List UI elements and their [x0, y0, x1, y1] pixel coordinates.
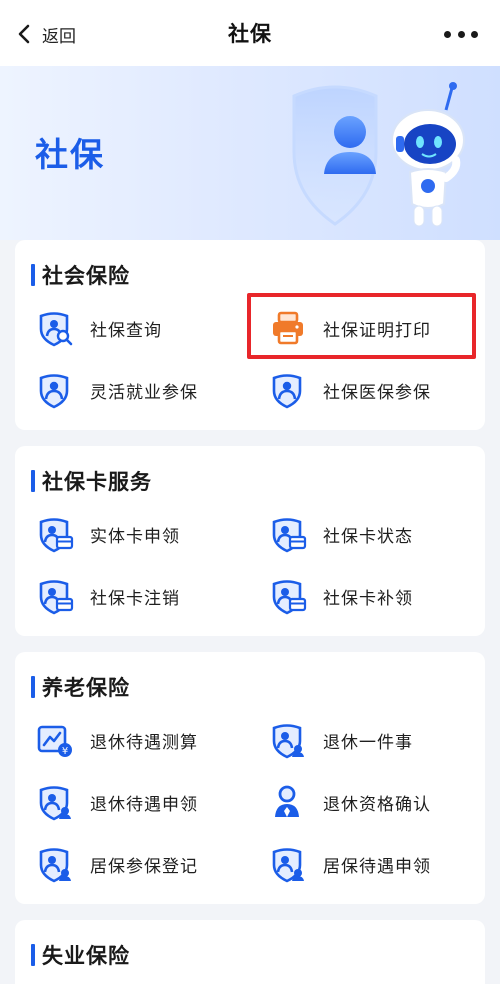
- menu-item-social-security-certificate-print[interactable]: 社保证明打印: [269, 306, 469, 350]
- menu-item-label: 退休一件事: [323, 732, 413, 753]
- menu-item-label: 灵活就业参保: [90, 382, 198, 403]
- more-dot-icon: [457, 30, 465, 38]
- menu-item-resident-insurance-registration[interactable]: 居保参保登记: [36, 842, 236, 886]
- shield-card-icon: [36, 515, 74, 553]
- menu-item-flexible-employment-enrollment[interactable]: 灵活就业参保: [36, 368, 236, 412]
- section-header: 失业保险: [31, 940, 130, 970]
- back-label: 返回: [42, 26, 76, 47]
- menu-item-social-security-query[interactable]: 社保查询: [36, 306, 236, 350]
- menu-item-label: 退休待遇申领: [90, 794, 198, 815]
- menu-item-label: 社保医保参保: [323, 382, 431, 403]
- section-accent-bar: [31, 264, 35, 286]
- more-options-button[interactable]: [444, 22, 478, 46]
- section-title: 社会保险: [42, 264, 130, 288]
- menu-item-label: 退休资格确认: [323, 794, 431, 815]
- shield-user-icon: [269, 371, 307, 409]
- menu-item-label: 居保参保登记: [90, 856, 198, 877]
- menu-item-label: 社保证明打印: [323, 320, 431, 341]
- section-header: 养老保险: [31, 672, 130, 702]
- menu-item-label: 居保待遇申领: [323, 856, 431, 877]
- menu-item-label: 退休待遇测算: [90, 732, 198, 753]
- section-accent-bar: [31, 944, 35, 966]
- section-card-unemployment-insurance: 失业保险: [15, 920, 485, 984]
- menu-item-card-replacement[interactable]: 社保卡补领: [269, 574, 469, 618]
- section-title: 养老保险: [42, 676, 130, 700]
- menu-item-label: 社保卡补领: [323, 588, 413, 609]
- menu-item-retirement-eligibility-confirmation[interactable]: 退休资格确认: [269, 780, 469, 824]
- shield-user-icon: [36, 845, 74, 883]
- menu-item-resident-insurance-benefit-application[interactable]: 居保待遇申领: [269, 842, 469, 886]
- section-title: 社保卡服务: [42, 470, 152, 494]
- banner: 社保: [0, 66, 500, 240]
- section-accent-bar: [31, 470, 35, 492]
- chevron-left-icon: [18, 24, 30, 44]
- menu-item-physical-card-application[interactable]: 实体卡申领: [36, 512, 236, 556]
- shield-card-icon: [269, 577, 307, 615]
- shield-card-icon: [36, 577, 74, 615]
- section-title: 失业保险: [42, 944, 130, 968]
- more-dot-icon: [471, 30, 478, 38]
- more-dot-icon: [444, 30, 451, 38]
- section-header: 社会保险: [31, 260, 130, 290]
- menu-item-retirement-benefit-application[interactable]: 退休待遇申领: [36, 780, 236, 824]
- section-header: 社保卡服务: [31, 466, 152, 496]
- robot-shield-illustration: [292, 82, 465, 227]
- person-badge-icon: [269, 783, 307, 821]
- shield-user-icon: [269, 845, 307, 883]
- banner-title: 社保: [35, 135, 105, 174]
- shield-user-icon: [269, 721, 307, 759]
- menu-item-retirement-benefit-calculation[interactable]: ¥ 退休待遇测算: [36, 718, 236, 762]
- section-accent-bar: [31, 676, 35, 698]
- shield-search-icon: [36, 309, 74, 347]
- menu-item-card-cancellation[interactable]: 社保卡注销: [36, 574, 236, 618]
- menu-item-label: 社保卡状态: [323, 526, 413, 547]
- printer-icon: [269, 309, 307, 347]
- top-nav-bar: 返回 社保: [0, 0, 500, 66]
- menu-item-label: 社保卡注销: [90, 588, 180, 609]
- shield-user-icon: [36, 371, 74, 409]
- menu-item-medical-insurance-enrollment[interactable]: 社保医保参保: [269, 368, 469, 412]
- shield-user-icon: [36, 783, 74, 821]
- page-title: 社保: [228, 22, 272, 46]
- back-button[interactable]: 返回: [14, 18, 76, 50]
- menu-item-label: 社保查询: [90, 320, 162, 341]
- menu-item-card-status[interactable]: 社保卡状态: [269, 512, 469, 556]
- shield-card-icon: [269, 515, 307, 553]
- svg-text:¥: ¥: [62, 746, 68, 757]
- menu-item-label: 实体卡申领: [90, 526, 180, 547]
- menu-item-retirement-one-stop[interactable]: 退休一件事: [269, 718, 469, 762]
- calculator-icon: ¥: [36, 721, 74, 759]
